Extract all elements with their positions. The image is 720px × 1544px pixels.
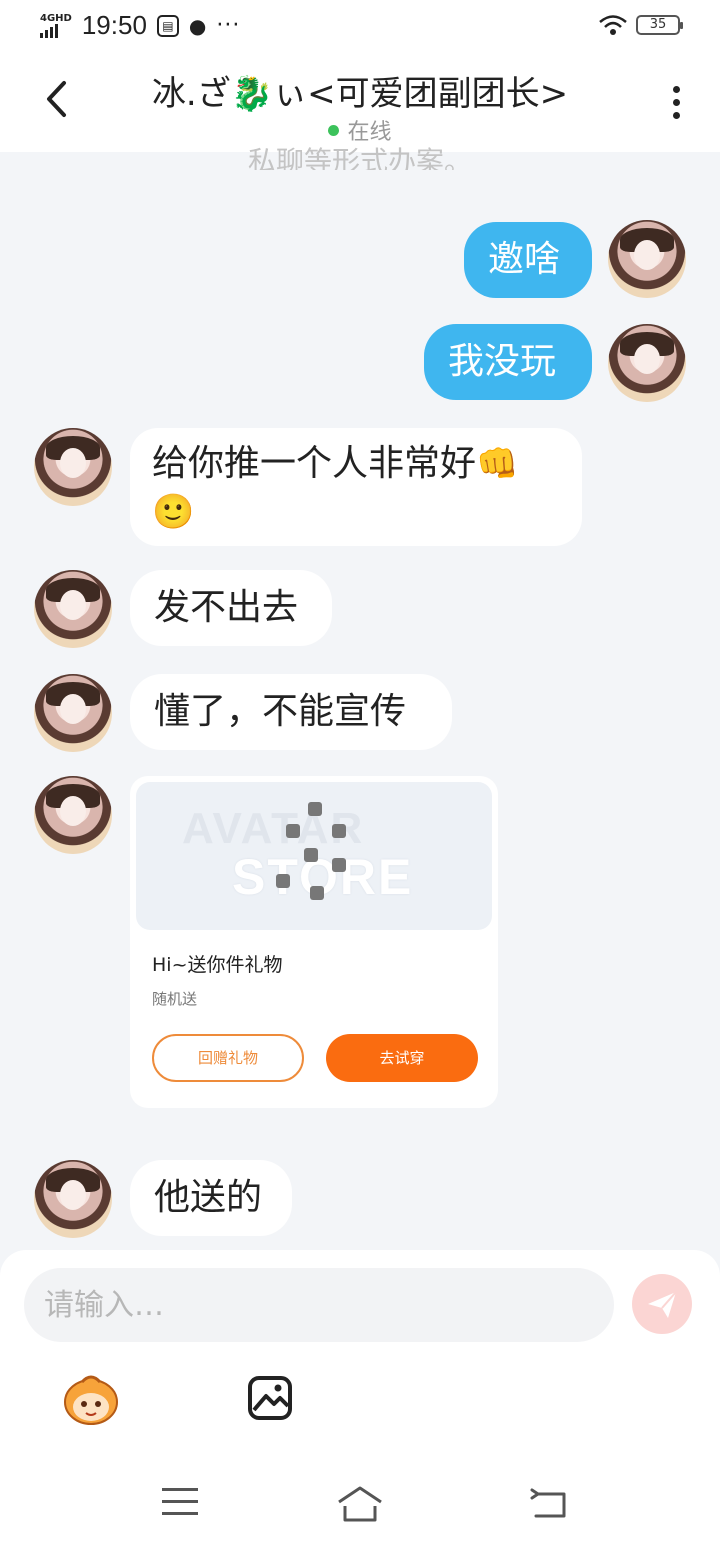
message-bubble-sent[interactable]: 邀啥 bbox=[464, 222, 592, 298]
my-avatar[interactable] bbox=[608, 324, 686, 402]
status-time: 19:50 bbox=[81, 10, 147, 40]
send-icon bbox=[648, 1291, 677, 1318]
message-bubble-received[interactable]: 发不出去 bbox=[130, 570, 332, 646]
signal-bars-icon bbox=[40, 23, 72, 38]
smile-emoji-icon: 🙂 bbox=[152, 492, 195, 532]
status-bar-left: 4GHD 19:50 ▤ ● ··· bbox=[40, 10, 240, 41]
gift-preview-image: AVATAR STORE bbox=[136, 782, 492, 930]
menu-icon[interactable] bbox=[162, 1488, 198, 1524]
online-dot-icon bbox=[328, 125, 340, 136]
mascot-icon[interactable] bbox=[60, 1372, 122, 1428]
message-bubble-received[interactable]: 给你推一个人非常好👊 🙂 bbox=[130, 428, 582, 546]
contact-avatar[interactable] bbox=[34, 428, 112, 506]
my-avatar[interactable] bbox=[608, 220, 686, 298]
gift-subtitle: 随机送 bbox=[152, 990, 198, 1008]
more-notifications: ··· bbox=[216, 13, 241, 38]
contact-avatar[interactable] bbox=[34, 1160, 112, 1238]
more-options-button[interactable] bbox=[672, 86, 682, 125]
chat-header: 冰.ざ🐉ぃ<可爱团副团长> 在线 bbox=[0, 56, 720, 152]
wifi-icon bbox=[599, 15, 627, 35]
notification-icon: ▤ bbox=[156, 14, 179, 37]
home-icon[interactable] bbox=[336, 1484, 384, 1524]
network-type: 4GHD bbox=[40, 12, 72, 24]
message-bubble-received[interactable]: 懂了，不能宣传 bbox=[130, 674, 452, 750]
contact-avatar[interactable] bbox=[34, 674, 112, 752]
system-notice: 私聊等形式办案。 bbox=[247, 145, 472, 170]
gift-title: Hi~送你件礼物 bbox=[152, 954, 283, 976]
status-bar: 4GHD 19:50 ▤ ● ··· 35 bbox=[0, 0, 720, 56]
return-gift-button[interactable]: 回赠礼物 bbox=[152, 1034, 304, 1082]
contact-avatar[interactable] bbox=[34, 776, 112, 854]
message-bubble-received[interactable]: 他送的 bbox=[130, 1160, 292, 1236]
message-bubble-sent[interactable]: 我没玩 bbox=[424, 324, 592, 400]
try-on-button[interactable]: 去试穿 bbox=[326, 1034, 478, 1082]
composer-panel bbox=[0, 1250, 720, 1544]
contact-avatar[interactable] bbox=[34, 570, 112, 648]
signal-indicator: 4GHD bbox=[40, 12, 72, 38]
more-vertical-icon bbox=[672, 86, 682, 119]
back-icon[interactable] bbox=[528, 1486, 568, 1522]
system-navigation-bar bbox=[0, 1474, 720, 1534]
wechat-icon: ● bbox=[188, 13, 207, 38]
message-input[interactable] bbox=[24, 1268, 614, 1342]
status-bar-right: 35 bbox=[598, 14, 683, 36]
message-text: 给你推一个人非常好 bbox=[152, 443, 477, 484]
gift-card[interactable]: AVATAR STORE Hi~送你件礼物 随机送 回赠礼物 去试穿 bbox=[130, 776, 498, 1108]
image-icon[interactable] bbox=[246, 1374, 294, 1422]
send-button[interactable] bbox=[632, 1274, 692, 1334]
battery-icon: 35 bbox=[636, 15, 683, 35]
chat-title: 冰.ざ🐉ぃ<可爱团副团长> bbox=[151, 74, 569, 114]
fist-emoji-icon: 👊 bbox=[476, 444, 519, 484]
